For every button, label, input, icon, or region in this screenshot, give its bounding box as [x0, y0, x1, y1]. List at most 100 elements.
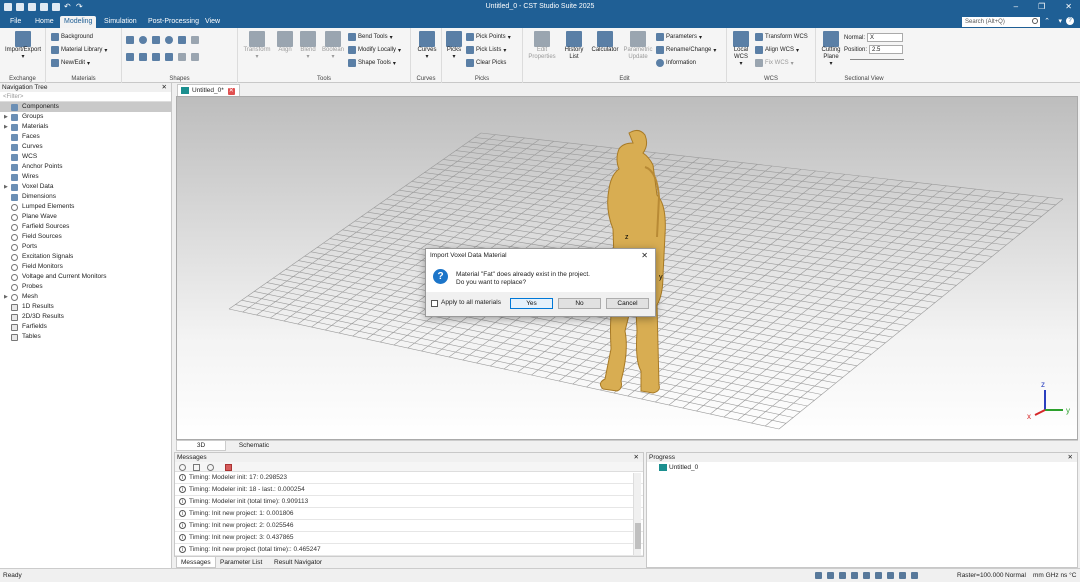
messages-scrollbar[interactable] [633, 473, 641, 555]
tree-item[interactable]: Tables [0, 332, 171, 342]
tab-modeling[interactable]: Modeling [60, 16, 97, 28]
dialog-close-icon[interactable]: ✕ [641, 249, 648, 263]
modify-locally-button[interactable]: Modify Locally ▾ [348, 46, 401, 54]
options-icon[interactable]: ▾ [1058, 17, 1062, 25]
tree-item[interactable]: ▶ Materials [0, 122, 171, 132]
restore-icon[interactable]: ❐ [1038, 2, 1045, 11]
tree-item[interactable]: ▶ Mesh [0, 292, 171, 302]
brick-icon[interactable] [126, 36, 134, 44]
blend-button[interactable]: Blend ▾ [297, 31, 319, 61]
message-line[interactable]: i Timing: Modeler init: 17: 0.298523 [175, 472, 643, 484]
zoom-area-icon[interactable] [875, 572, 882, 579]
history-list-button[interactable]: History List [561, 31, 587, 61]
tab-messages[interactable]: Messages [176, 557, 216, 568]
align-wcs-button[interactable]: Align WCS ▾ [755, 46, 799, 54]
curve-icon[interactable] [178, 53, 186, 61]
transform-button[interactable]: Transform ▾ [242, 31, 272, 61]
tab-view[interactable]: View [201, 16, 224, 28]
tree-item[interactable]: Lumped Elements [0, 202, 171, 212]
expand-arrow-icon[interactable]: ▶ [4, 122, 8, 132]
tree-item[interactable]: Dimensions [0, 192, 171, 202]
tree-item[interactable]: Field Sources [0, 232, 171, 242]
info-filter-icon[interactable] [207, 464, 214, 471]
local-wcs-button[interactable]: Local WCS ▾ [729, 31, 753, 68]
material-library-button[interactable]: Material Library ▾ [51, 46, 107, 54]
position-input[interactable]: 2.5 [869, 45, 904, 54]
zoom-out-icon[interactable] [887, 572, 894, 579]
expand-arrow-icon[interactable]: ▶ [4, 292, 8, 302]
sweep-icon[interactable] [152, 53, 160, 61]
tree-item[interactable]: Faces [0, 132, 171, 142]
picks-button[interactable]: Picks ▾ [444, 31, 464, 61]
tab-home[interactable]: Home [31, 16, 58, 28]
fix-wcs-button[interactable]: Fix WCS ▾ [755, 59, 794, 67]
import-export-button[interactable]: Import/Export ▾ [4, 31, 42, 61]
tree-item[interactable]: Components [0, 102, 171, 112]
pan-icon[interactable] [827, 572, 834, 579]
rotate-view-icon[interactable] [851, 572, 858, 579]
message-line[interactable]: i Timing: Init new project: 1: 0.001806 [175, 508, 643, 520]
rotate-icon[interactable] [191, 36, 199, 44]
curves-button[interactable]: Curves ▾ [414, 31, 440, 61]
rotate-icon[interactable] [839, 572, 846, 579]
message-line[interactable]: i Timing: Modeler init (total time): 0.90… [175, 496, 643, 508]
tab-file[interactable]: File [6, 16, 25, 28]
minimize-icon[interactable]: – [1014, 2, 1018, 11]
tree-item[interactable]: 1D Results [0, 302, 171, 312]
tree-item[interactable]: Ports [0, 242, 171, 252]
close-icon[interactable]: ✕ [162, 83, 167, 92]
align-button[interactable]: Align [274, 31, 296, 54]
tree-item[interactable]: ▶ Groups [0, 112, 171, 122]
loft-icon[interactable] [139, 53, 147, 61]
cylinder-icon[interactable] [178, 36, 186, 44]
tree-item[interactable]: Excitation Signals [0, 252, 171, 262]
shape-tools-button[interactable]: Shape Tools ▾ [348, 59, 396, 67]
sphere-icon[interactable] [139, 36, 147, 44]
rename-change-button[interactable]: Rename/Change ▾ [656, 46, 716, 54]
background-button[interactable]: Background [51, 33, 93, 41]
zoom-icon[interactable] [815, 572, 822, 579]
expand-arrow-icon[interactable]: ▶ [4, 182, 8, 192]
error-filter-icon[interactable] [179, 464, 186, 471]
bend-tools-button[interactable]: Bend Tools ▾ [348, 33, 393, 41]
yes-button[interactable]: Yes [510, 298, 553, 309]
transform-wcs-button[interactable]: Transform WCS [755, 33, 808, 41]
tree-item[interactable]: Curves [0, 142, 171, 152]
clear-messages-icon[interactable] [225, 464, 232, 471]
cutting-plane-button[interactable]: Cutting Plane ▾ [818, 31, 844, 68]
tab-result-navigator[interactable]: Result Navigator [270, 557, 326, 568]
ribbon-collapse-icon[interactable]: ⌃ [1044, 17, 1050, 25]
edit-properties-button[interactable]: Edit Properties [525, 31, 559, 61]
tab-post-processing[interactable]: Post-Processing [144, 16, 203, 28]
close-icon[interactable]: ✕ [634, 453, 639, 462]
normal-select[interactable]: X [867, 33, 904, 42]
cancel-button[interactable]: Cancel [606, 298, 649, 309]
parametric-update-button[interactable]: Parametric Update [622, 31, 654, 61]
extrude-icon[interactable] [126, 53, 134, 61]
new-edit-button[interactable]: New/Edit ▾ [51, 59, 90, 67]
progress-item[interactable]: Untitled_0 [647, 462, 1077, 473]
message-line[interactable]: i Timing: Init new project (total time)::… [175, 544, 643, 556]
tree-item[interactable]: ▶ Voxel Data [0, 182, 171, 192]
spline-icon[interactable] [191, 53, 199, 61]
close-tab-icon[interactable]: ✕ [227, 88, 235, 95]
tree-item[interactable]: 2D/3D Results [0, 312, 171, 322]
tree-item[interactable]: Probes [0, 282, 171, 292]
tree-item[interactable]: Plane Wave [0, 212, 171, 222]
position-slider[interactable] [850, 59, 904, 60]
document-tab[interactable]: Untitled_0* ✕ [177, 84, 240, 96]
search-input[interactable]: Search (Alt+Q) [962, 17, 1040, 27]
boolean-button[interactable]: Boolean ▾ [320, 31, 346, 61]
message-line[interactable]: i Timing: Modeler init: 18 - last.: 0.000… [175, 484, 643, 496]
expand-arrow-icon[interactable]: ▶ [4, 112, 8, 122]
pick-lists-button[interactable]: Pick Lists ▾ [466, 46, 506, 54]
cone-icon[interactable] [152, 36, 160, 44]
select-icon[interactable] [899, 572, 906, 579]
tree-item[interactable]: Field Monitors [0, 262, 171, 272]
tab-parameter-list[interactable]: Parameter List [216, 557, 266, 568]
settings-icon[interactable] [911, 572, 918, 579]
fit-icon[interactable] [863, 572, 870, 579]
parameters-button[interactable]: Parameters ▾ [656, 33, 702, 41]
message-line[interactable]: i Timing: Init new project: 2: 0.025546 [175, 520, 643, 532]
polygon-icon[interactable] [165, 53, 173, 61]
